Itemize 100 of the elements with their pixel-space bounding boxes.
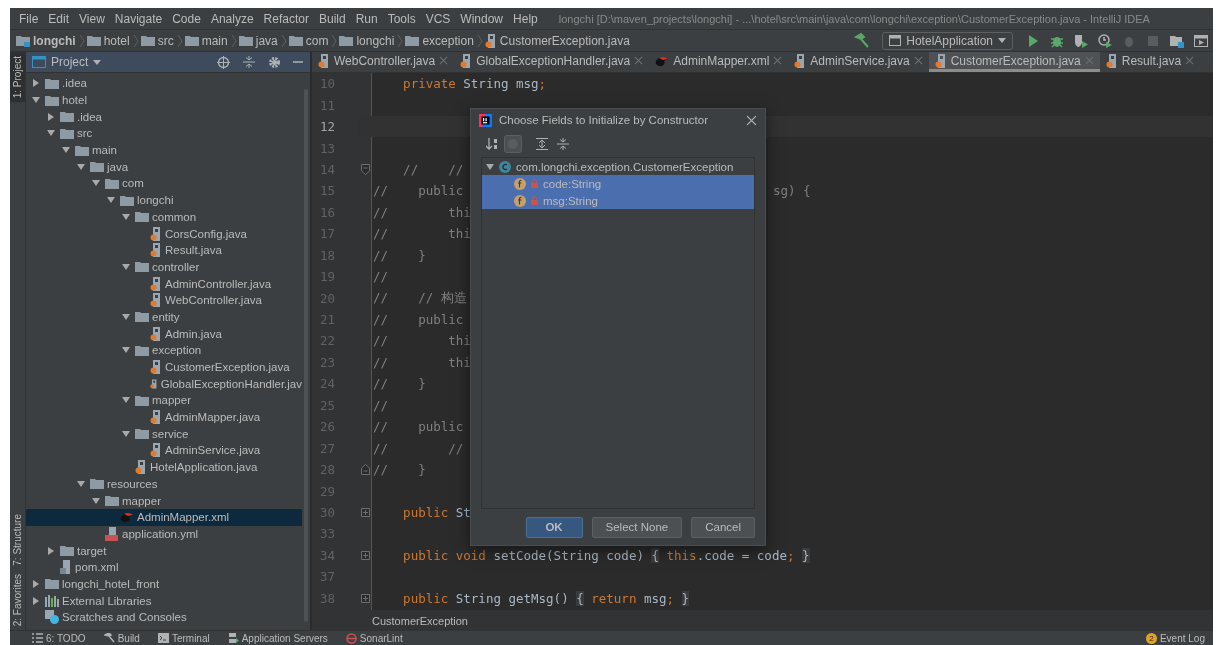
collapsed-arrow-icon[interactable] (47, 546, 55, 555)
tree-item[interactable]: .idea (26, 108, 302, 126)
expanded-arrow-icon[interactable] (47, 129, 55, 138)
tree-item[interactable]: mapper (26, 392, 302, 409)
breadcrumb[interactable]: main (201, 33, 228, 48)
tool-window-tab[interactable]: 1: Project (10, 52, 25, 103)
tree-item[interactable]: mapper (26, 492, 302, 509)
tree-item[interactable]: resources (26, 475, 302, 493)
collapsed-arrow-icon[interactable] (32, 579, 40, 588)
tool-window-tab[interactable]: 7: Structure (10, 510, 25, 570)
target-icon[interactable] (217, 55, 230, 69)
tree-item[interactable]: target (26, 542, 302, 559)
shield-run-icon[interactable] (1073, 32, 1089, 49)
tool-window-button[interactable]: Terminal (171, 632, 210, 644)
collapsed-arrow-icon[interactable] (32, 79, 40, 88)
tree-item[interactable]: Admin.java (26, 325, 302, 342)
expanded-arrow-icon[interactable] (77, 479, 85, 488)
expanded-arrow-icon[interactable] (122, 312, 130, 321)
tool-window-button[interactable]: SonarLint (359, 632, 403, 644)
menu-item[interactable]: Edit (43, 11, 75, 26)
expanded-arrow-icon[interactable] (32, 96, 40, 105)
expanded-arrow-icon[interactable] (122, 429, 130, 438)
tree-item[interactable]: HotelApplication.java (26, 458, 302, 476)
hammer-icon[interactable] (854, 32, 871, 49)
menu-item[interactable]: Run (350, 11, 383, 26)
collapsed-arrow-icon[interactable] (47, 112, 55, 121)
editor-breadcrumb[interactable]: CustomerException (372, 614, 468, 627)
tree-item[interactable]: controller (26, 258, 302, 276)
expanded-arrow-icon[interactable] (122, 262, 130, 271)
tree-item[interactable]: CustomerException.java (26, 358, 302, 376)
tree-item[interactable]: pom.xml (26, 558, 302, 576)
expanded-arrow-icon[interactable] (122, 396, 130, 405)
expanded-arrow-icon[interactable] (92, 179, 100, 188)
tree-item[interactable]: WebController.java (26, 291, 302, 309)
class-name[interactable]: com.longchi.exception.CustomerException (516, 160, 734, 173)
tree-item[interactable]: com (26, 175, 302, 192)
expanded-arrow-icon[interactable] (122, 346, 130, 355)
tree-item[interactable]: java (26, 158, 302, 176)
tree-item[interactable]: service (26, 425, 302, 443)
tree-item[interactable]: GlobalExceptionHandler.jav (26, 375, 302, 393)
breadcrumb[interactable]: java (255, 33, 278, 48)
editor-tab[interactable]: AdminMapper.xml (649, 52, 789, 72)
tree-item[interactable]: application.yml (26, 525, 302, 543)
breadcrumb[interactable]: longchi (356, 33, 395, 48)
menu-item[interactable]: File (14, 11, 44, 26)
tree-item[interactable]: External Libraries (26, 592, 302, 609)
tree-item[interactable]: hotel (26, 91, 302, 109)
editor-tab[interactable]: Result.java (1099, 52, 1201, 72)
editor-tab[interactable]: AdminService.java (788, 52, 929, 72)
tree-item[interactable]: main (26, 141, 302, 159)
dialog-button[interactable]: Select None (591, 516, 683, 538)
expanded-arrow-icon[interactable] (107, 196, 115, 205)
expanded-arrow-icon[interactable] (62, 146, 70, 155)
run-configuration-dropdown[interactable]: HotelApplication (882, 31, 1013, 50)
toolbar-toggle[interactable] (504, 135, 522, 153)
tree-item[interactable]: AdminMapper.xml (26, 508, 302, 526)
expanded-arrow-icon[interactable] (486, 162, 494, 171)
breadcrumb[interactable]: exception (422, 33, 474, 48)
breadcrumb[interactable]: hotel (103, 33, 130, 48)
tree-item[interactable]: CorsConfig.java (26, 225, 302, 242)
expanded-arrow-icon[interactable] (122, 212, 130, 221)
dialog-button[interactable]: OK (525, 516, 583, 538)
editor-tab[interactable]: WebController.java (312, 52, 455, 72)
fold-icon[interactable] (360, 464, 370, 476)
editor-tab[interactable]: CustomerException.java (928, 52, 1100, 72)
tree-item[interactable]: src (26, 125, 302, 142)
menu-item[interactable]: Navigate (109, 11, 168, 26)
breadcrumb[interactable]: com (305, 33, 329, 48)
tool-window-button[interactable]: 6: TODO (46, 632, 86, 644)
tree-item[interactable]: .idea (26, 75, 302, 92)
tree-item[interactable]: Result.java (26, 241, 302, 259)
breadcrumb[interactable]: longchi (33, 33, 76, 48)
toolbar-toggle[interactable] (533, 135, 551, 153)
collapse-all-icon[interactable] (243, 56, 255, 68)
expand-fold-icon[interactable] (360, 507, 370, 517)
tree-item[interactable]: common (26, 208, 302, 226)
tree-item[interactable]: longchi (26, 191, 302, 209)
dialog-button[interactable]: Cancel (691, 516, 755, 538)
clock-run-icon[interactable] (1097, 32, 1113, 49)
tree-item[interactable]: AdminMapper.java (26, 408, 302, 426)
tree-item[interactable]: Scratches and Consoles (26, 609, 302, 626)
expand-fold-icon[interactable] (360, 593, 370, 603)
tool-window-button[interactable]: Application Servers (241, 632, 328, 644)
menu-item[interactable]: View (74, 11, 110, 26)
menu-item[interactable]: Analyze (205, 11, 259, 26)
caret-icon[interactable] (93, 59, 102, 65)
menu-item[interactable]: Code (167, 11, 206, 26)
menu-item[interactable]: Help (508, 11, 543, 26)
expand-fold-icon[interactable] (360, 550, 370, 560)
menu-item[interactable]: Window (455, 11, 509, 26)
tree-item[interactable]: longchi_hotel_front (26, 575, 302, 593)
breadcrumb[interactable]: src (157, 33, 174, 48)
event-log-button[interactable]: Event Log (1159, 632, 1205, 644)
settings-icon[interactable] (268, 55, 281, 69)
tool-window-tab[interactable]: 2: Favorites (10, 569, 25, 630)
menu-item[interactable]: Build (313, 11, 351, 26)
tree-item[interactable]: AdminController.java (26, 275, 302, 292)
breadcrumb[interactable]: CustomerException.java (499, 33, 630, 48)
expanded-arrow-icon[interactable] (77, 162, 85, 171)
menu-item[interactable]: Tools (382, 11, 421, 26)
